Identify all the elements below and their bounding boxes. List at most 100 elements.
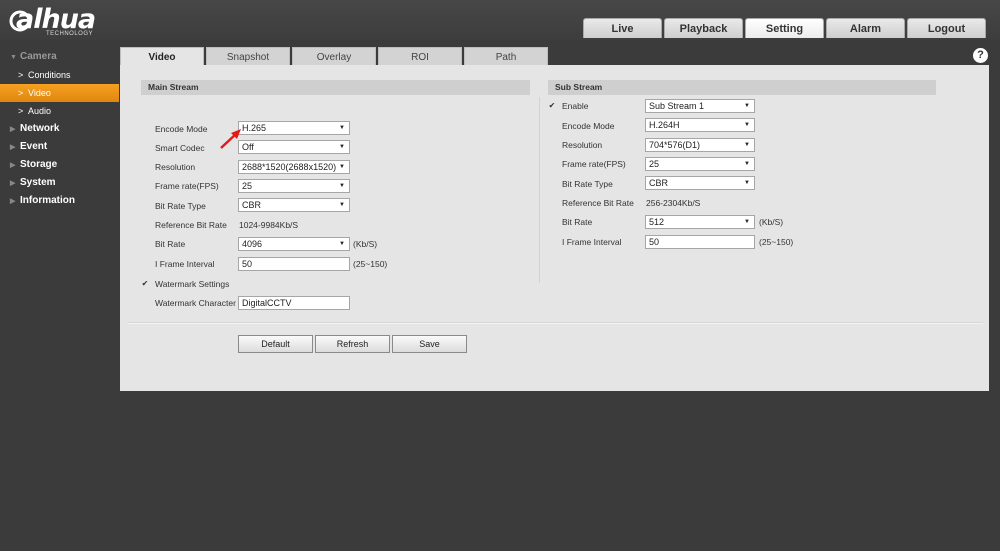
main-bit-rate-type-select[interactable]: CBR ▼	[238, 198, 350, 212]
chevron-down-icon: ▼	[339, 164, 345, 170]
bit-rate-unit: (Kb/S)	[353, 239, 378, 249]
watermark-checkbox[interactable]: ✔	[141, 280, 149, 288]
sub-resolution-select[interactable]: 704*576(D1) ▼	[645, 138, 755, 152]
sub-stream-select[interactable]: Sub Stream 1 ▼	[645, 99, 755, 113]
sub-resolution-label: Resolution	[562, 140, 603, 150]
sidebar-item-label: Audio	[28, 106, 52, 116]
sub-bit-rate-type-label: Bit Rate Type	[562, 179, 613, 189]
tab-overlay[interactable]: Overlay	[292, 47, 376, 66]
sidebar-item-network[interactable]: ▶ Network	[0, 120, 120, 138]
expand-right-icon: ▶	[10, 162, 16, 169]
select-value: 2688*1520(2688x1520)	[242, 162, 337, 172]
frame-rate-label: Frame rate(FPS)	[155, 181, 219, 191]
red-annotation-arrow-icon	[220, 129, 241, 149]
default-button[interactable]: Default	[238, 335, 313, 353]
sidebar-item-event[interactable]: ▶ Event	[0, 138, 120, 156]
select-value: H.264H	[649, 120, 680, 130]
save-button[interactable]: Save	[392, 335, 467, 353]
select-value: Sub Stream 1	[649, 101, 705, 111]
expand-down-icon: ▼	[10, 54, 17, 61]
section-divider	[128, 322, 983, 324]
sub-encode-mode-label: Encode Mode	[562, 121, 615, 131]
main-resolution-select[interactable]: 2688*1520(2688x1520) ▼	[238, 160, 350, 174]
chevron-down-icon: ▼	[744, 180, 750, 186]
sub-encode-mode-select[interactable]: H.264H ▼	[645, 118, 755, 132]
sidebar-item-label: Storage	[20, 159, 58, 170]
main-bit-rate-select[interactable]: 4096 ▼	[238, 237, 350, 251]
select-value: H.265	[242, 123, 267, 133]
sidebar-item-label: System	[20, 177, 56, 188]
stream-divider	[539, 97, 540, 283]
chevron-down-icon: ▼	[744, 161, 750, 167]
watermark-character-label: Watermark Character	[155, 298, 236, 308]
sidebar-item-information[interactable]: ▶ Information	[0, 192, 120, 210]
chevron-right-icon: >	[18, 106, 24, 116]
sub-frame-rate-select[interactable]: 25 ▼	[645, 157, 755, 171]
main-i-frame-interval-input[interactable]: 50	[238, 257, 350, 271]
tab-setting[interactable]: Setting	[745, 18, 824, 38]
select-value: CBR	[649, 178, 669, 188]
select-value: 4096	[242, 239, 263, 249]
tab-roi[interactable]: ROI	[378, 47, 462, 66]
sub-frame-rate-label: Frame rate(FPS)	[562, 159, 626, 169]
sidebar-item-storage[interactable]: ▶ Storage	[0, 156, 120, 174]
sidebar-item-label: Information	[20, 195, 75, 206]
sub-enable-checkbox[interactable]: ✔	[548, 102, 556, 110]
expand-right-icon: ▶	[10, 198, 16, 205]
sidebar-item-system[interactable]: ▶ System	[0, 174, 120, 192]
smart-codec-label: Smart Codec	[155, 143, 205, 153]
chevron-down-icon: ▼	[339, 241, 345, 247]
select-value: 704*576(D1)	[649, 140, 701, 150]
select-value: 25	[649, 159, 660, 169]
sidebar-item-label: Camera	[20, 51, 57, 62]
top-header: alhua TECHNOLOGY Live Playback Setting A…	[0, 0, 1000, 40]
chevron-down-icon: ▼	[744, 142, 750, 148]
main-frame-rate-select[interactable]: 25 ▼	[238, 179, 350, 193]
chevron-down-icon: ▼	[744, 219, 750, 225]
sub-reference-bit-rate-value: 256-2304Kb/S	[646, 198, 701, 208]
tab-live[interactable]: Live	[583, 18, 662, 38]
tab-logout[interactable]: Logout	[907, 18, 986, 38]
bit-rate-label: Bit Rate	[155, 239, 186, 249]
chevron-down-icon: ▼	[339, 144, 345, 150]
sub-i-frame-interval-input[interactable]: 50	[645, 235, 755, 249]
sub-bit-rate-label: Bit Rate	[562, 217, 593, 227]
enable-label: Enable	[562, 101, 589, 111]
tab-video[interactable]: Video	[120, 47, 204, 66]
help-icon[interactable]: ?	[973, 48, 988, 63]
sidebar-item-label: Event	[20, 141, 48, 152]
sidebar-item-label: Video	[28, 88, 51, 98]
sidebar-item-conditions[interactable]: > Conditions	[0, 66, 120, 84]
select-value: 512	[649, 217, 665, 227]
expand-right-icon: ▶	[10, 126, 16, 133]
dahua-logo: alhua TECHNOLOGY	[8, 4, 118, 38]
refresh-button[interactable]: Refresh	[315, 335, 390, 353]
chevron-down-icon: ▼	[339, 183, 345, 189]
main-encode-mode-select[interactable]: H.265 ▼	[238, 121, 350, 135]
main-smart-codec-select[interactable]: Off ▼	[238, 140, 350, 154]
sub-bit-rate-select[interactable]: 512 ▼	[645, 215, 755, 229]
sidebar-item-camera[interactable]: ▼ Camera	[0, 48, 120, 66]
select-value: 25	[242, 181, 253, 191]
tab-playback[interactable]: Playback	[664, 18, 743, 38]
content-tabs: Video Snapshot Overlay ROI Path	[120, 47, 550, 66]
bit-rate-type-label: Bit Rate Type	[155, 201, 206, 211]
reference-bit-rate-label: Reference Bit Rate	[155, 220, 227, 230]
sub-bit-rate-type-select[interactable]: CBR ▼	[645, 176, 755, 190]
tab-snapshot[interactable]: Snapshot	[206, 47, 290, 66]
resolution-label: Resolution	[155, 162, 196, 172]
encode-mode-label: Encode Mode	[155, 124, 208, 134]
expand-right-icon: ▶	[10, 144, 16, 151]
chevron-right-icon: >	[18, 88, 24, 98]
sidebar-item-video[interactable]: > Video	[0, 84, 119, 102]
i-frame-interval-label: I Frame Interval	[155, 259, 215, 269]
watermark-character-input[interactable]: DigitalCCTV	[238, 296, 350, 310]
chevron-down-icon: ▼	[339, 125, 345, 131]
sub-i-frame-interval-label: I Frame Interval	[562, 237, 622, 247]
reference-bit-rate-value: 1024-9984Kb/S	[239, 220, 299, 230]
top-nav: Live Playback Setting Alarm Logout	[583, 18, 988, 38]
sidebar: ▼ Camera > Conditions > Video > Audio ▶ Netwo…	[0, 48, 120, 210]
tab-path[interactable]: Path	[464, 47, 548, 66]
sidebar-item-audio[interactable]: > Audio	[0, 102, 120, 120]
tab-alarm[interactable]: Alarm	[826, 18, 905, 38]
